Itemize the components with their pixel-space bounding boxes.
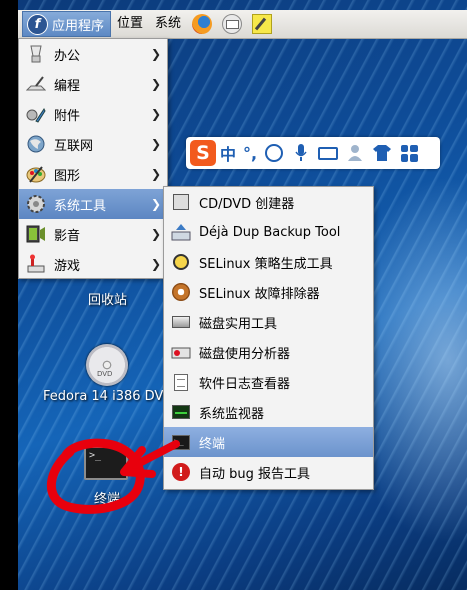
- submenu-item-label: SELinux 故障排除器: [199, 286, 320, 302]
- submenu-item-label: 系统监视器: [199, 406, 265, 422]
- keyboard-icon[interactable]: [318, 143, 339, 163]
- menu-item-graphics[interactable]: 图形 ❯: [19, 159, 167, 189]
- ime-toolbar: S 中 °,: [186, 137, 440, 169]
- submenu-item-terminal[interactable]: >_ 终端: [164, 427, 373, 457]
- system-monitor-icon: [171, 402, 191, 422]
- emoji-icon[interactable]: [264, 143, 284, 163]
- accessories-icon: [25, 103, 47, 125]
- menu-item-office[interactable]: 办公 ❯: [19, 39, 167, 69]
- ime-mode-toggle[interactable]: 中: [220, 141, 236, 165]
- chevron-right-icon: ❯: [150, 227, 161, 241]
- chevron-right-icon: ❯: [150, 47, 161, 61]
- menu-item-multimedia[interactable]: 影音 ❯: [19, 219, 167, 249]
- submenu-item-label: Déjà Dup Backup Tool: [199, 224, 341, 240]
- graphics-icon: [25, 163, 47, 185]
- terminal-icon: >_: [171, 432, 191, 452]
- internet-icon: [25, 133, 47, 155]
- applications-label: 应用程序: [52, 18, 105, 34]
- menu-item-label: 互联网: [54, 138, 94, 154]
- office-icon: [25, 43, 47, 65]
- notes-icon[interactable]: [251, 13, 273, 35]
- menu-item-label: 游戏: [54, 258, 81, 274]
- dvd-label[interactable]: Fedora 14 i386 DVD: [43, 389, 173, 404]
- submenu-item-disk-utility[interactable]: 磁盘实用工具: [164, 307, 373, 337]
- submenu-item-disk-analyzer[interactable]: 磁盘使用分析器: [164, 337, 373, 367]
- selinux-policy-icon: [171, 252, 191, 272]
- submenu-item-label: 软件日志查看器: [199, 376, 291, 392]
- chevron-right-icon: ❯: [150, 77, 161, 91]
- menu-item-accessories[interactable]: 附件 ❯: [19, 99, 167, 129]
- system-menu[interactable]: 系统: [149, 12, 187, 36]
- terminal-desktop-label[interactable]: 终端: [94, 488, 120, 507]
- submenu-item-label: 磁盘实用工具: [199, 316, 278, 332]
- submenu-item-label: CD/DVD 创建器: [199, 196, 295, 212]
- menu-item-programming[interactable]: 编程 ❯: [19, 69, 167, 99]
- top-panel: f 应用程序 位置 系统: [18, 10, 467, 39]
- firefox-icon[interactable]: [191, 13, 213, 35]
- chevron-right-icon: ❯: [150, 107, 161, 121]
- menu-item-label: 办公: [54, 48, 81, 64]
- menu-item-label: 编程: [54, 78, 81, 94]
- chevron-right-icon: ❯: [150, 257, 161, 271]
- microphone-icon[interactable]: [291, 143, 311, 163]
- selinux-troubleshoot-icon: [171, 282, 191, 302]
- submenu-item-system-monitor[interactable]: 系统监视器: [164, 397, 373, 427]
- mail-icon[interactable]: [221, 13, 243, 35]
- skin-shirt-icon[interactable]: [372, 143, 392, 163]
- chevron-right-icon: ❯: [150, 137, 161, 151]
- backup-icon: [171, 222, 191, 242]
- log-viewer-icon: [171, 372, 191, 392]
- disk-utility-icon: [171, 312, 191, 332]
- submenu-item-selinux-troubleshoot[interactable]: SELinux 故障排除器: [164, 277, 373, 307]
- submenu-item-label: 磁盘使用分析器: [199, 346, 291, 362]
- user-icon[interactable]: [345, 143, 365, 163]
- terminal-prompt: >_: [89, 450, 102, 461]
- submenu-item-backup[interactable]: Déjà Dup Backup Tool: [164, 217, 373, 247]
- chevron-right-icon: ❯: [150, 197, 161, 211]
- applications-menu: 办公 ❯ 编程 ❯ 附件 ❯ 互联网 ❯ 图形 ❯ 系统工具 ❯ 影音 ❯ 游戏…: [18, 38, 168, 279]
- submenu-item-label: 自动 bug 报告工具: [199, 466, 311, 482]
- trash-label[interactable]: 回收站: [88, 289, 127, 308]
- submenu-item-label: SELinux 策略生成工具: [199, 256, 333, 272]
- menu-item-label: 系统工具: [54, 198, 107, 214]
- sogou-logo-icon[interactable]: S: [190, 140, 216, 166]
- bug-report-icon: !: [171, 462, 191, 482]
- submenu-item-label: 终端: [199, 436, 226, 452]
- applications-menu-button[interactable]: f 应用程序: [22, 11, 112, 37]
- disk-analyzer-icon: [171, 342, 191, 362]
- menu-item-internet[interactable]: 互联网 ❯: [19, 129, 167, 159]
- dvd-disc-icon[interactable]: [86, 344, 128, 386]
- chevron-right-icon: ❯: [150, 167, 161, 181]
- system-tools-submenu: CD/DVD 创建器 Déjà Dup Backup Tool SELinux …: [163, 186, 374, 490]
- places-menu[interactable]: 位置: [111, 12, 149, 36]
- submenu-item-bug-report[interactable]: ! 自动 bug 报告工具: [164, 457, 373, 487]
- cd-creator-icon: [171, 192, 191, 212]
- submenu-item-log-viewer[interactable]: 软件日志查看器: [164, 367, 373, 397]
- ime-punctuation-toggle[interactable]: °,: [243, 144, 257, 163]
- menu-item-label: 图形: [54, 168, 81, 184]
- games-icon: [25, 253, 47, 275]
- submenu-item-cd-creator[interactable]: CD/DVD 创建器: [164, 187, 373, 217]
- menu-item-games[interactable]: 游戏 ❯: [19, 249, 167, 279]
- multimedia-icon: [25, 223, 47, 245]
- menu-item-system-tools[interactable]: 系统工具 ❯: [19, 189, 167, 219]
- menu-item-label: 附件: [54, 108, 81, 124]
- toolbox-grid-icon[interactable]: [399, 143, 419, 163]
- programming-icon: [25, 73, 47, 95]
- terminal-desktop-icon[interactable]: >_: [84, 446, 128, 480]
- submenu-item-selinux-policy[interactable]: SELinux 策略生成工具: [164, 247, 373, 277]
- system-tools-icon: [25, 193, 47, 215]
- menu-item-label: 影音: [54, 228, 81, 244]
- fedora-logo-icon: f: [27, 13, 48, 35]
